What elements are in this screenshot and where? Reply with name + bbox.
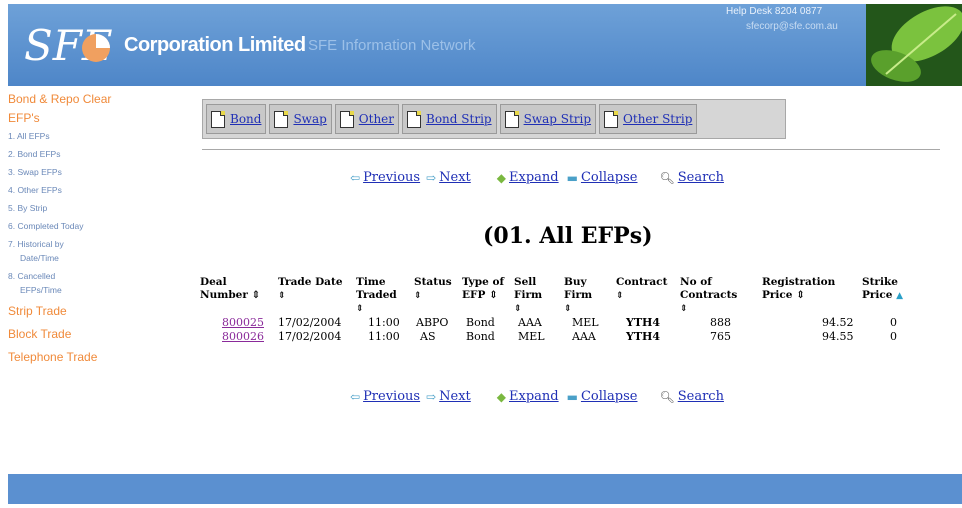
deal-number-link[interactable]: 800025	[222, 316, 264, 329]
col-header-no-of-contracts[interactable]: No of Contracts ⇕	[680, 276, 762, 316]
sidebar-item-bond-efps[interactable]: 2. Bond EFPs	[8, 148, 178, 160]
brand-name: Corporation Limited	[124, 34, 306, 56]
table-row: 800026 17/02/2004 11:00 AS Bond MEL AAA …	[200, 330, 914, 344]
sidebar-item-by-strip[interactable]: 5. By Strip	[8, 202, 178, 214]
footer-bar	[8, 474, 962, 504]
sidebar-item-telephone-trade[interactable]: Telephone Trade	[8, 350, 178, 364]
tab-swap[interactable]: Swap	[269, 104, 332, 134]
helpdesk-email[interactable]: sfecorp@sfe.com.au	[746, 21, 838, 32]
header-banner: SFE Corporation Limited SFE Information …	[8, 4, 962, 86]
col-header-type-of-efp[interactable]: Type of EFP ⇕	[462, 276, 514, 316]
sidebar-item-cancelled-time[interactable]: EFPs/Time	[8, 284, 178, 296]
page-title: (01. All EFPs)	[483, 223, 653, 249]
page-icon	[604, 110, 619, 128]
arrow-right-icon: ⇨	[426, 389, 437, 404]
expand-icon: ◆	[496, 389, 507, 404]
col-header-deal-number[interactable]: Deal Number ⇕	[200, 276, 278, 316]
helpdesk-number: Help Desk 8204 0877	[726, 6, 823, 17]
page-icon	[504, 110, 519, 128]
sidebar-item-block-trade[interactable]: Block Trade	[8, 327, 178, 341]
sell-firm: MEL	[518, 330, 545, 343]
col-header-trade-date[interactable]: Trade Date ⇕	[278, 276, 356, 316]
sfe-logo: SFE	[24, 21, 113, 70]
collapse-link[interactable]: Collapse	[581, 170, 638, 185]
nav-row-top: ⇦ Previous ⇨ Next ◆ Expand ▬ Collapse 🔍︎…	[350, 170, 724, 185]
sidebar-item-historical[interactable]: 7. Historical by	[8, 238, 178, 250]
registration-price: 94.52	[822, 316, 854, 329]
arrow-left-icon: ⇦	[350, 389, 361, 404]
col-header-status[interactable]: Status ⇕	[414, 276, 462, 316]
search-link[interactable]: Search	[678, 170, 724, 185]
search-link[interactable]: Search	[678, 389, 724, 404]
previous-link[interactable]: Previous	[363, 389, 420, 404]
sidebar-item-cancelled[interactable]: 8. Cancelled	[8, 270, 178, 282]
brand-subtitle: SFE Information Network	[308, 37, 476, 54]
deal-number-link[interactable]: 800026	[222, 330, 264, 343]
sidebar-item-efps[interactable]: EFP's	[8, 111, 178, 125]
next-link[interactable]: Next	[439, 389, 471, 404]
tab-bond[interactable]: Bond	[206, 104, 267, 134]
search-icon: 🔍︎	[659, 170, 675, 185]
status: ABPO	[416, 316, 449, 329]
buy-firm: MEL	[572, 316, 599, 329]
trade-date: 17/02/2004	[278, 316, 342, 329]
sort-up-icon: ▲	[896, 291, 904, 301]
registration-price: 94.55	[822, 330, 854, 343]
col-header-sell-firm[interactable]: Sell Firm ⇕	[514, 276, 564, 316]
time-traded: 11:00	[368, 330, 400, 343]
efp-type: Bond	[466, 316, 495, 329]
contract: YTH4	[626, 330, 661, 343]
no-of-contracts: 765	[710, 330, 731, 343]
sidebar-item-strip-trade[interactable]: Strip Trade	[8, 304, 178, 318]
next-link[interactable]: Next	[439, 170, 471, 185]
deals-table: Deal Number ⇕ Trade Date ⇕ Time Traded ⇕ Sta…	[200, 276, 914, 344]
tab-other[interactable]: Other	[334, 104, 400, 134]
expand-link[interactable]: Expand	[509, 170, 559, 185]
tab-bar: Bond Swap Other Bond Strip Swap Strip Ot…	[202, 99, 786, 139]
sidebar: Bond & Repo Clear EFP's 1. All EFPs 2. B…	[8, 92, 178, 364]
tab-other-strip[interactable]: Other Strip	[599, 104, 698, 134]
col-header-registration-price[interactable]: Registration Price ⇕	[762, 276, 862, 316]
col-header-buy-firm[interactable]: Buy Firm ⇕	[564, 276, 616, 316]
efp-type: Bond	[466, 330, 495, 343]
col-header-contract[interactable]: Contract ⇕	[616, 276, 680, 316]
sidebar-item-historical-datetime[interactable]: Date/Time	[8, 252, 178, 264]
strike-price: 0	[890, 316, 897, 329]
nav-row-bottom: ⇦ Previous ⇨ Next ◆ Expand ▬ Collapse 🔍︎…	[350, 389, 724, 404]
contract: YTH4	[626, 316, 661, 329]
tab-bond-strip[interactable]: Bond Strip	[402, 104, 497, 134]
arrow-left-icon: ⇦	[350, 170, 361, 185]
sidebar-item-bond-repo-clear[interactable]: Bond & Repo Clear	[8, 92, 178, 106]
tab-swap-strip[interactable]: Swap Strip	[499, 104, 597, 134]
time-traded: 11:00	[368, 316, 400, 329]
page-icon	[407, 110, 422, 128]
search-icon: 🔍︎	[659, 389, 675, 404]
no-of-contracts: 888	[710, 316, 731, 329]
status: AS	[420, 330, 436, 343]
buy-firm: AAA	[572, 330, 596, 343]
strike-price: 0	[890, 330, 897, 343]
table-row: 800025 17/02/2004 11:00 ABPO Bond AAA ME…	[200, 316, 914, 330]
sidebar-item-all-efps[interactable]: 1. All EFPs	[8, 130, 178, 142]
arrow-right-icon: ⇨	[426, 170, 437, 185]
page-icon	[274, 110, 289, 128]
sidebar-item-completed-today[interactable]: 6. Completed Today	[8, 220, 178, 232]
trade-date: 17/02/2004	[278, 330, 342, 343]
collapse-icon: ▬	[566, 389, 578, 404]
collapse-icon: ▬	[566, 170, 578, 185]
sidebar-item-other-efps[interactable]: 4. Other EFPs	[8, 184, 178, 196]
page-icon	[339, 110, 354, 128]
col-header-strike-price[interactable]: Strike Price ▲	[862, 276, 914, 316]
leaf-image	[866, 4, 962, 86]
sell-firm: AAA	[518, 316, 542, 329]
sidebar-item-swap-efps[interactable]: 3. Swap EFPs	[8, 166, 178, 178]
page-icon	[211, 110, 225, 128]
expand-link[interactable]: Expand	[509, 389, 559, 404]
previous-link[interactable]: Previous	[363, 170, 420, 185]
expand-icon: ◆	[496, 170, 507, 185]
col-header-time-traded[interactable]: Time Traded ⇕	[356, 276, 414, 316]
collapse-link[interactable]: Collapse	[581, 389, 638, 404]
divider	[202, 149, 940, 150]
